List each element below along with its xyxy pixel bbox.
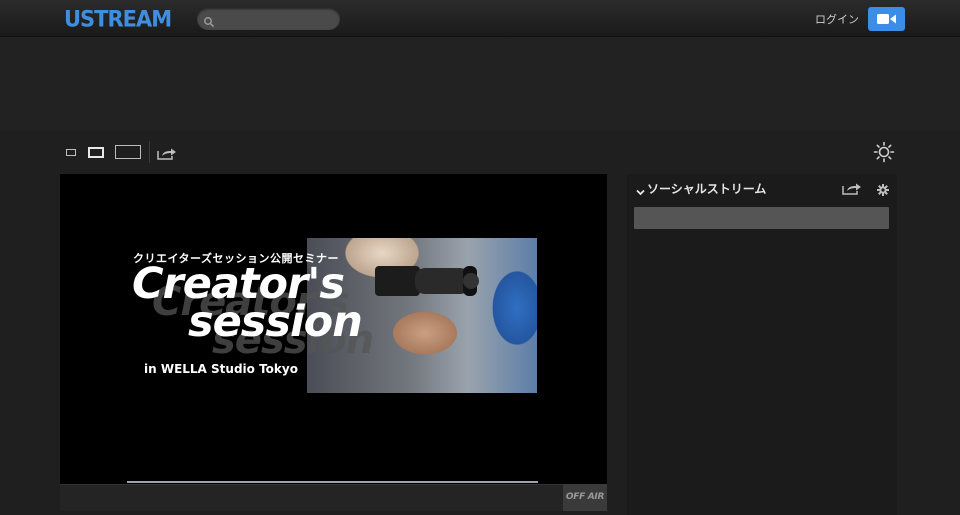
player-progress-bar[interactable] [127, 481, 538, 483]
promo-location: in WELLA Studio Tokyo [144, 362, 298, 376]
player-size-large-button[interactable] [115, 145, 141, 159]
gear-icon[interactable] [877, 181, 889, 200]
login-link[interactable]: ログイン [815, 11, 859, 27]
share-icon[interactable] [842, 180, 862, 199]
broadcast-button[interactable] [868, 7, 905, 31]
search-input[interactable] [217, 10, 335, 28]
off-air-badge: OFF AIR [563, 484, 607, 511]
camera-icon [375, 266, 479, 296]
player-size-medium-button[interactable] [88, 147, 104, 158]
search-icon [203, 13, 215, 28]
social-stream-title[interactable]: ソーシャルストリーム [647, 180, 766, 197]
promo-title-line-2: session [188, 297, 363, 347]
ad-banner-area [0, 37, 960, 130]
video-camera-icon [877, 14, 896, 24]
player-controls-bar [60, 484, 607, 511]
chevron-down-icon[interactable] [636, 181, 645, 200]
ustream-logo[interactable]: USTREAM [64, 6, 172, 31]
player-toolbar [0, 130, 960, 174]
toolbar-divider [149, 141, 150, 163]
share-icon[interactable] [157, 145, 177, 164]
search-box[interactable] [197, 8, 340, 30]
player-size-small-button[interactable] [66, 149, 76, 156]
social-stream-input[interactable] [634, 207, 889, 229]
brightness-icon[interactable] [873, 141, 895, 167]
